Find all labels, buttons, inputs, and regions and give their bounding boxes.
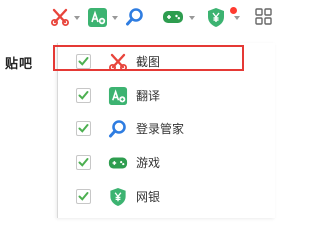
banking-dropdown-caret[interactable]: [234, 16, 240, 20]
login-manager-checkbox[interactable]: [76, 121, 91, 136]
menu-item-label: 翻译: [136, 89, 161, 103]
toolbar-translate-button[interactable]: [87, 6, 108, 28]
toolbar-screenshot-button[interactable]: [50, 6, 70, 28]
notification-dot: [230, 7, 237, 14]
games-dropdown-caret[interactable]: [189, 16, 195, 20]
translate-icon: [108, 86, 128, 106]
toolbar-online-banking-button[interactable]: [206, 6, 226, 28]
menu-item-online-banking[interactable]: 网银: [58, 185, 275, 209]
online-banking-checkbox[interactable]: [76, 189, 91, 204]
search-icon: [126, 8, 143, 26]
toolbar-login-manager-button[interactable]: [125, 6, 145, 28]
menu-item-label: 游戏: [136, 156, 161, 170]
gamepad-icon: [163, 11, 183, 23]
games-checkbox[interactable]: [76, 155, 91, 170]
menu-item-games[interactable]: 游戏: [58, 151, 275, 175]
search-icon: [109, 120, 126, 138]
grid-icon: [255, 8, 272, 25]
menu-item-translate[interactable]: 翻译: [58, 84, 275, 108]
highlight-annotation: [53, 45, 244, 71]
toolbar-apps-button[interactable]: [255, 6, 273, 28]
toolbar: [0, 0, 274, 34]
scissors-icon: [51, 8, 69, 26]
translate-icon: [88, 7, 107, 27]
gamepad-icon: [108, 157, 128, 169]
menu-item-label: 登录管家: [136, 122, 185, 136]
screenshot-dropdown-caret[interactable]: [74, 16, 80, 20]
shield-yen-icon: [110, 187, 126, 207]
shield-yen-icon: [208, 7, 224, 27]
menu-item-login-manager[interactable]: 登录管家: [58, 117, 275, 141]
menu-item-label: 网银: [136, 190, 161, 204]
translate-dropdown-caret[interactable]: [112, 16, 118, 20]
translate-checkbox[interactable]: [76, 88, 91, 103]
page-side-label[interactable]: 贴吧: [5, 53, 33, 72]
toolbar-games-button[interactable]: [162, 6, 184, 28]
